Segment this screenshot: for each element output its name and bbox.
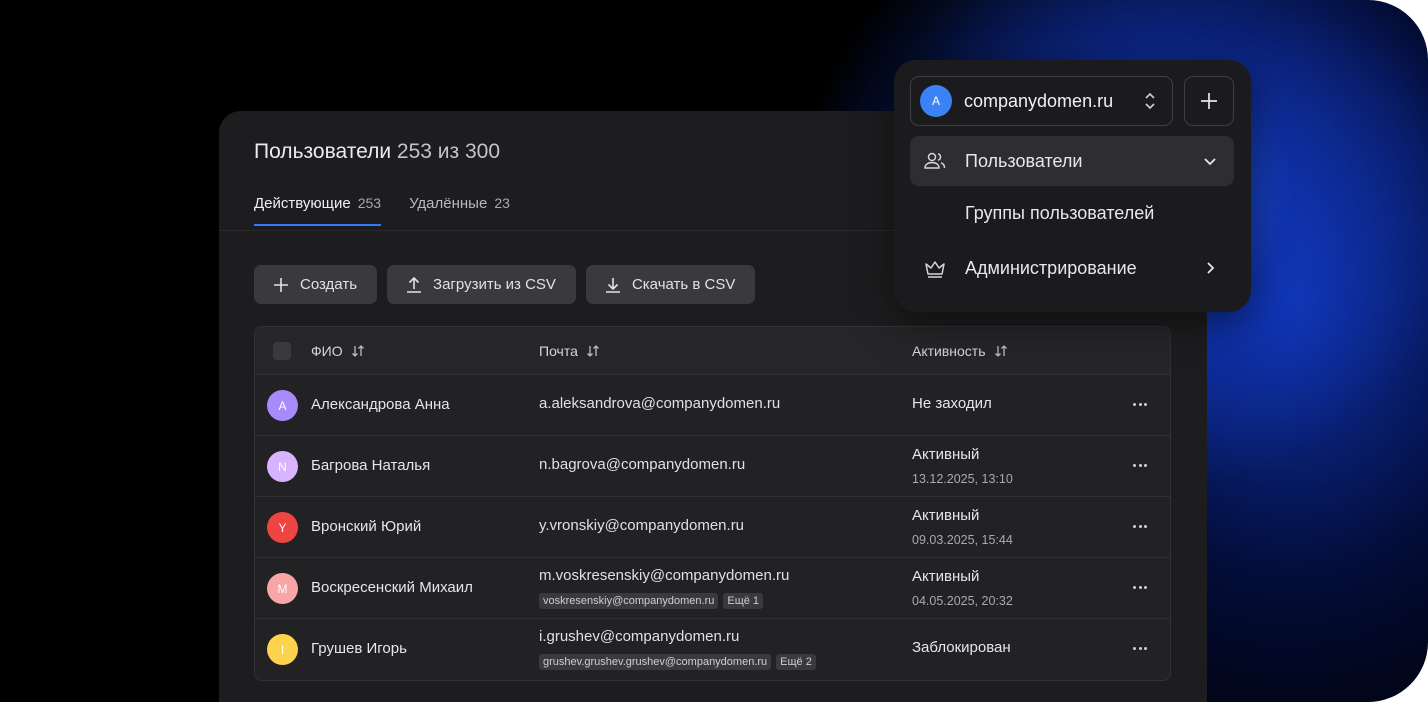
avatar: A	[267, 390, 298, 421]
tab-count: 253	[357, 195, 382, 211]
upload-csv-button[interactable]: Загрузить из CSV	[387, 265, 576, 304]
column-mail-label: Почта	[539, 342, 578, 359]
user-status: Активный	[912, 507, 980, 524]
organization-avatar: A	[920, 85, 952, 117]
crown-icon	[925, 261, 945, 278]
chevron-down-icon	[1204, 158, 1216, 166]
plus-icon	[274, 277, 288, 292]
user-email: i.grushev@companydomen.ru	[539, 628, 740, 645]
organization-switcher[interactable]: A companydomen.ru	[910, 76, 1173, 126]
row-menu-button[interactable]	[1133, 458, 1151, 472]
last-activity-date: 13.12.2025, 13:10	[912, 472, 1013, 486]
download-csv-button[interactable]: Скачать в CSV	[585, 265, 756, 304]
navigation-dropdown: A companydomen.ru Пользователи Группы по…	[894, 60, 1251, 312]
avatar-initial: M	[277, 581, 288, 596]
table-row[interactable]: M Воскресенский Михаил m.voskresenskiy@c…	[255, 558, 1170, 619]
chevron-right-icon	[1207, 262, 1215, 274]
menu-item-label: Группы пользователей	[965, 202, 1155, 223]
user-email: n.bagrova@companydomen.ru	[539, 456, 746, 473]
tab-deleted-users[interactable]: Удалённые 23	[409, 195, 510, 226]
sort-icon	[586, 344, 599, 357]
column-activity-label: Активность	[912, 342, 986, 359]
alias-chip: grushev.grushev.grushev@companydomen.ru	[539, 654, 772, 670]
more-aliases-chip[interactable]: Ещё 1	[723, 593, 764, 609]
avatar-initial: N	[278, 459, 287, 474]
user-name: Грушев Игорь	[311, 640, 407, 657]
column-mail[interactable]: Почта	[539, 343, 600, 359]
sort-icon	[351, 344, 364, 357]
column-name-label: ФИО	[311, 342, 343, 359]
tabs: Действующие 253 Удалённые 23	[254, 195, 510, 226]
user-status: Не заходил	[912, 395, 992, 412]
table-row[interactable]: A Александрова Анна a.aleksandrova@compa…	[255, 375, 1170, 436]
sort-icon	[994, 344, 1007, 357]
alias-chip: voskresenskiy@companydomen.ru	[539, 593, 719, 609]
avatar-initial: I	[280, 642, 285, 657]
user-email: m.voskresenskiy@companydomen.ru	[539, 567, 790, 584]
user-name: Воскресенский Михаил	[311, 579, 473, 596]
users-count: 253 из 300	[396, 140, 501, 163]
download-csv-label: Скачать в CSV	[631, 276, 736, 293]
row-menu-button[interactable]	[1133, 397, 1151, 411]
add-organization-button[interactable]	[1184, 76, 1234, 126]
download-icon	[605, 277, 620, 293]
menu-item-label: Пользователи	[965, 150, 1083, 171]
last-activity-date: 04.05.2025, 20:32	[912, 594, 1013, 608]
table-header: ФИО Почта Активность	[255, 327, 1170, 375]
background: Пользователи 253 из 300 Действующие 253 …	[0, 0, 1428, 702]
row-menu-button[interactable]	[1133, 641, 1151, 655]
table-row[interactable]: I Грушев Игорь i.grushev@companydomen.ru…	[255, 619, 1170, 680]
more-aliases-chip[interactable]: Ещё 2	[776, 654, 816, 670]
table-row[interactable]: Y Вронский Юрий y.vronskiy@companydomen.…	[255, 497, 1170, 558]
last-activity-date: 09.03.2025, 15:44	[912, 533, 1013, 547]
tab-label: Действующие	[254, 195, 351, 212]
user-status: Заблокирован	[912, 639, 1011, 656]
create-button-label: Создать	[300, 276, 358, 293]
row-menu-button[interactable]	[1133, 519, 1151, 533]
avatar: Y	[267, 512, 298, 543]
create-button[interactable]: Создать	[254, 265, 378, 304]
email-aliases: grushev.grushev.grushev@companydomen.ru …	[539, 654, 816, 670]
user-email: a.aleksandrova@companydomen.ru	[539, 395, 781, 412]
menu-item-label: Администрирование	[965, 257, 1137, 278]
users-icon	[924, 152, 946, 169]
upload-icon	[407, 276, 422, 293]
plus-icon	[1201, 93, 1217, 109]
menu-item-administration[interactable]: Администрирование	[910, 243, 1234, 293]
chevron-up-down-icon	[1145, 92, 1155, 110]
table-row[interactable]: N Багрова Наталья n.bagrova@companydomen…	[255, 436, 1170, 497]
user-status: Активный	[912, 446, 980, 463]
toolbar: Создать Загрузить из CSV Скачать в CSV	[254, 265, 756, 304]
users-table: ФИО Почта Активность A Александрова Анна…	[254, 326, 1171, 681]
column-activity[interactable]: Активность	[912, 343, 1008, 359]
page-title-text: Пользователи	[254, 140, 392, 163]
tab-active-users[interactable]: Действующие 253	[254, 195, 382, 226]
user-email: y.vronskiy@companydomen.ru	[539, 517, 745, 534]
user-name: Вронский Юрий	[311, 518, 422, 535]
page-title: Пользователи 253 из 300	[254, 140, 500, 164]
organization-name: companydomen.ru	[964, 90, 1114, 111]
user-status: Активный	[912, 568, 980, 585]
email-aliases: voskresenskiy@companydomen.ru Ещё 1	[539, 593, 764, 609]
avatar-initial: Y	[278, 520, 287, 535]
user-name: Багрова Наталья	[311, 457, 431, 474]
row-menu-button[interactable]	[1133, 580, 1151, 594]
select-all-checkbox[interactable]	[273, 341, 291, 360]
tab-label: Удалённые	[409, 195, 488, 212]
menu-item-users[interactable]: Пользователи	[910, 136, 1234, 186]
avatar-initial: A	[278, 398, 287, 413]
organization-initial: A	[931, 94, 940, 108]
user-name: Александрова Анна	[311, 396, 450, 413]
upload-csv-label: Загрузить из CSV	[433, 276, 556, 293]
avatar: I	[267, 634, 298, 665]
menu-item-user-groups[interactable]: Группы пользователей	[910, 188, 1234, 238]
avatar: M	[267, 573, 298, 604]
column-name[interactable]: ФИО	[311, 343, 365, 359]
tab-count: 23	[494, 195, 510, 211]
avatar: N	[267, 451, 298, 482]
